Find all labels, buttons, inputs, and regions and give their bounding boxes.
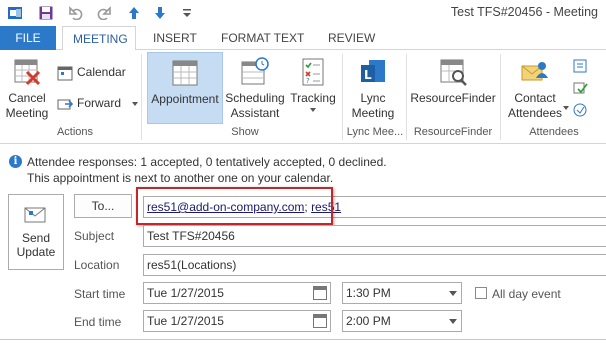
lync-meeting-button[interactable]: L Lync Meeting <box>346 52 400 124</box>
message-body[interactable] <box>0 339 606 353</box>
svg-text:?: ? <box>306 77 310 85</box>
forward-button[interactable]: Forward <box>57 92 139 114</box>
calendar-conflict-text: This appointment is next to another one … <box>27 171 334 185</box>
end-date-value: Tue 1/27/2015 <box>147 314 224 328</box>
ribbon-tabs: FILE MEETING INSERT FORMAT TEXT REVIEW <box>0 26 606 51</box>
undo-icon[interactable] <box>67 4 85 22</box>
response-options-button[interactable] <box>572 98 592 120</box>
scheduling-assistant-label: Scheduling Assistant <box>225 91 285 120</box>
contact-attendees-label: Contact Attendees <box>507 91 563 120</box>
all-day-label: All day event <box>492 287 561 301</box>
title-bar: Test TFS#20456 - Meeting <box>0 0 606 26</box>
lync-meeting-label: Lync Meeting <box>351 91 395 120</box>
end-time-value: 2:00 PM <box>346 314 391 328</box>
group-label-show: Show <box>231 126 259 138</box>
tracking-button[interactable]: ? Tracking <box>288 52 338 124</box>
subject-field[interactable]: Test TFS#20456 <box>143 225 606 247</box>
next-item-icon[interactable] <box>151 4 169 22</box>
resourcefinder-button[interactable]: ResourceFinder <box>410 52 496 124</box>
resourcefinder-label: ResourceFinder <box>410 91 496 105</box>
tab-format-text[interactable]: FORMAT TEXT <box>211 26 314 50</box>
group-separator <box>500 54 501 140</box>
calendar-icon[interactable] <box>313 286 327 300</box>
info-icon: i <box>9 155 22 168</box>
contact-attendees-dropdown-icon[interactable] <box>563 106 569 110</box>
chevron-down-icon[interactable] <box>449 291 457 296</box>
start-time-select[interactable]: 1:30 PM <box>342 282 462 304</box>
calendar-icon <box>57 65 73 81</box>
end-time-select[interactable]: 2:00 PM <box>342 310 462 332</box>
to-button[interactable]: To... <box>74 194 132 218</box>
attendee-responses-text: Attendee responses: 1 accepted, 0 tentat… <box>27 155 387 169</box>
appointment-label: Appointment <box>151 92 219 106</box>
lync-icon: L <box>357 56 389 88</box>
appointment-button[interactable]: Appointment <box>147 52 223 124</box>
response-options-icon <box>572 102 588 118</box>
customize-qat-icon[interactable] <box>178 4 196 22</box>
all-day-checkbox[interactable] <box>475 287 487 299</box>
tab-meeting[interactable]: MEETING <box>62 26 136 51</box>
send-icon <box>23 205 49 225</box>
location-label: Location <box>74 258 120 272</box>
group-separator <box>406 54 407 140</box>
svg-text:L: L <box>364 68 372 82</box>
address-book-button[interactable] <box>572 54 592 76</box>
group-separator <box>141 54 142 140</box>
cancel-meeting-label: Cancel Meeting <box>5 91 49 120</box>
outlook-app-icon <box>6 4 24 22</box>
resourcefinder-icon <box>437 56 469 88</box>
tab-review[interactable]: REVIEW <box>318 26 385 50</box>
location-field[interactable]: res51(Locations) <box>143 254 606 276</box>
address-book-icon <box>572 58 588 74</box>
scheduling-assistant-icon <box>239 56 271 88</box>
tab-insert[interactable]: INSERT <box>143 26 207 50</box>
start-date-picker[interactable]: Tue 1/27/2015 <box>143 282 331 304</box>
redo-icon[interactable] <box>95 4 113 22</box>
subject-label: Subject <box>74 229 115 243</box>
previous-item-icon[interactable] <box>125 4 143 22</box>
cancel-meeting-button[interactable]: Cancel Meeting <box>4 52 50 124</box>
tracking-label: Tracking <box>290 91 336 105</box>
start-date-value: Tue 1/27/2015 <box>147 286 224 300</box>
group-label-actions: Actions <box>56 126 94 138</box>
send-update-button[interactable]: Send Update <box>8 194 64 270</box>
start-time-value: 1:30 PM <box>346 286 391 300</box>
callout-highlight <box>136 187 333 225</box>
forward-dropdown-icon[interactable] <box>132 101 139 106</box>
start-time-label: Start time <box>74 287 126 301</box>
forward-icon <box>57 96 74 112</box>
group-label-attendees: Attendees <box>529 126 579 138</box>
chevron-down-icon[interactable] <box>449 319 457 324</box>
group-label-lync: Lync Mee... <box>346 126 404 138</box>
tab-file[interactable]: FILE <box>0 26 56 50</box>
send-update-label: Send Update <box>16 231 56 259</box>
scheduling-assistant-button[interactable]: Scheduling Assistant <box>224 52 286 124</box>
save-icon[interactable] <box>37 4 55 22</box>
tracking-dropdown-icon[interactable] <box>310 108 316 112</box>
end-date-picker[interactable]: Tue 1/27/2015 <box>143 310 331 332</box>
calendar-button[interactable]: Calendar <box>57 61 126 83</box>
calendar-icon[interactable] <box>313 314 327 328</box>
appointment-icon <box>169 57 201 89</box>
group-label-resourcefinder: ResourceFinder <box>413 126 493 138</box>
window-title: Test TFS#20456 - Meeting <box>450 5 598 19</box>
end-time-label: End time <box>74 315 122 329</box>
ribbon: Cancel Meeting Calendar Forward Actions … <box>0 50 606 144</box>
check-names-button[interactable] <box>572 76 592 98</box>
contact-attendees-button[interactable]: Contact Attendees <box>503 52 569 124</box>
contact-attendees-icon <box>519 56 551 88</box>
tracking-icon: ? <box>297 56 329 88</box>
cancel-meeting-icon <box>11 56 43 88</box>
check-names-icon <box>572 80 588 96</box>
